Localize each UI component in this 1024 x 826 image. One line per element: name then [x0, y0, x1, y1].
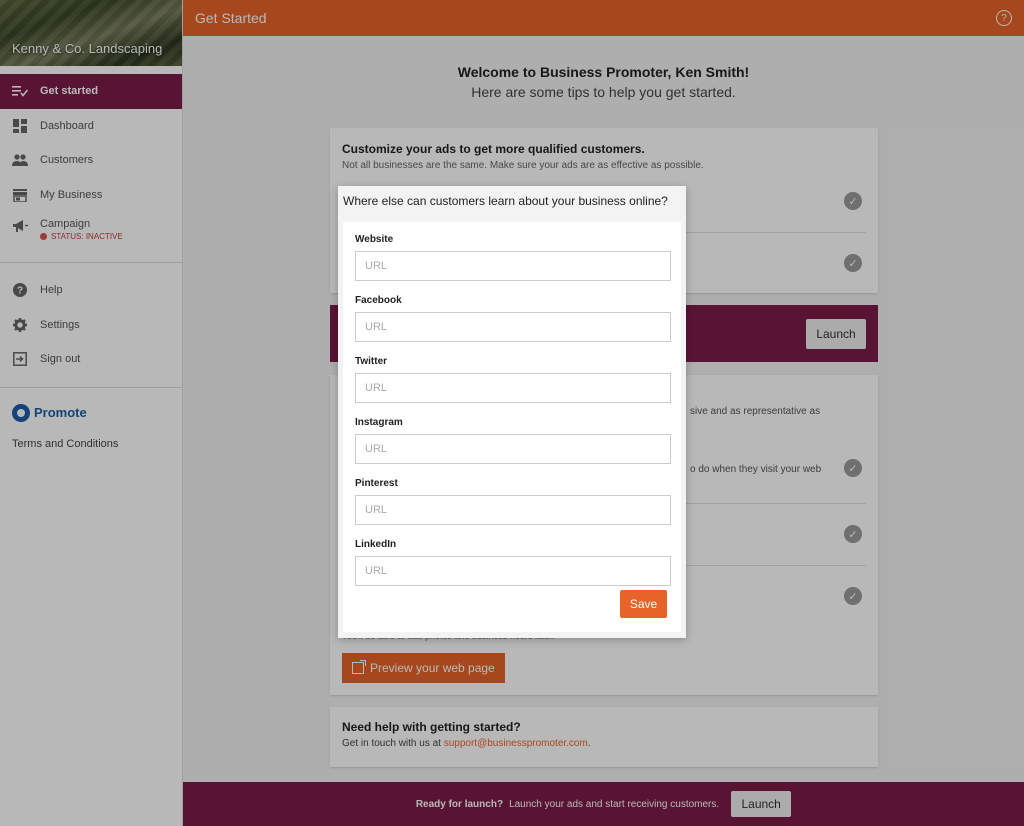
website-field-group: Website	[355, 234, 671, 281]
twitter-field-group: Twitter	[355, 356, 671, 403]
website-input[interactable]	[355, 251, 671, 281]
field-label: Facebook	[355, 295, 402, 306]
field-label: Twitter	[355, 356, 388, 367]
twitter-input[interactable]	[355, 373, 671, 403]
dialog-body: Website Facebook Twitter Instagram Pinte…	[343, 222, 681, 632]
linkedin-input[interactable]	[355, 556, 671, 586]
field-label: Website	[355, 234, 394, 245]
instagram-field-group: Instagram	[355, 417, 671, 464]
online-presence-dialog: Where else can customers learn about you…	[338, 186, 686, 638]
linkedin-field-group: LinkedIn	[355, 539, 671, 586]
facebook-field-group: Facebook	[355, 295, 671, 342]
field-label: Instagram	[355, 417, 403, 428]
field-label: Pinterest	[355, 478, 398, 489]
pinterest-field-group: Pinterest	[355, 478, 671, 525]
dialog-title: Where else can customers learn about you…	[343, 194, 668, 208]
instagram-input[interactable]	[355, 434, 671, 464]
pinterest-input[interactable]	[355, 495, 671, 525]
field-label: LinkedIn	[355, 539, 397, 550]
save-button[interactable]: Save	[620, 590, 667, 618]
facebook-input[interactable]	[355, 312, 671, 342]
